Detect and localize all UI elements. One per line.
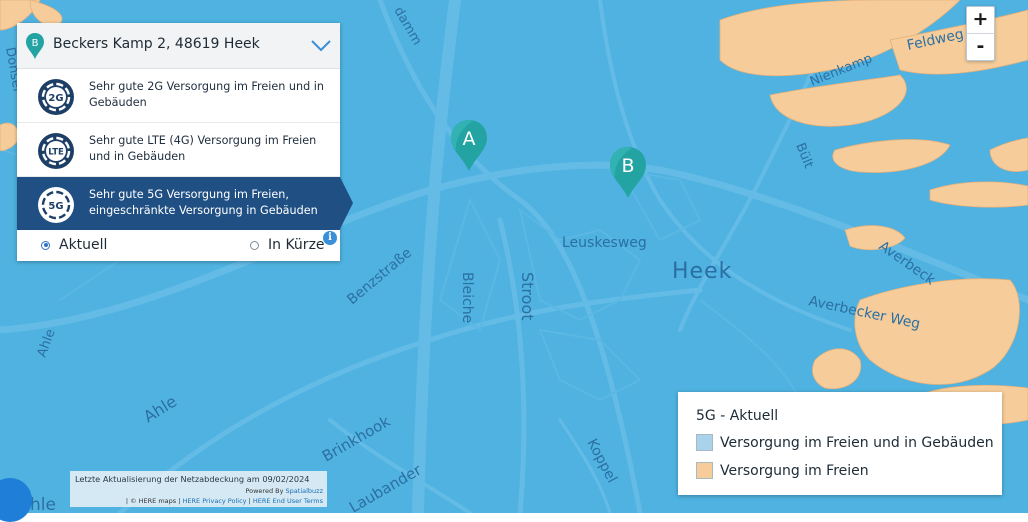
- svg-text:B: B: [32, 38, 39, 49]
- zoom-in-button[interactable]: +: [967, 7, 994, 33]
- powered-by: Powered By Spatialbuzz: [245, 487, 323, 495]
- network-lte-icon: LTE: [38, 133, 74, 169]
- svg-text:2G: 2G: [48, 93, 63, 104]
- attribution-links: | © HERE maps | HERE Privacy Policy | HE…: [125, 497, 323, 505]
- zoom-out-button[interactable]: -: [967, 33, 994, 60]
- svg-text:hle: hle: [30, 495, 56, 513]
- svg-text:B: B: [621, 155, 634, 177]
- radio-in-kuerze[interactable]: In Kürze: [250, 237, 325, 253]
- tech-option-5g[interactable]: 5G Sehr gute 5G Versorgung im Freien, ei…: [17, 177, 353, 230]
- radio-aktuell[interactable]: Aktuell: [41, 237, 107, 253]
- svg-text:Stroot: Stroot: [518, 272, 537, 321]
- chevron-down-icon[interactable]: [311, 40, 331, 52]
- address-selector[interactable]: B Beckers Kamp 2, 48619 Heek: [17, 23, 340, 69]
- address-text: Beckers Kamp 2, 48619 Heek: [53, 36, 260, 52]
- radio-button[interactable]: [250, 240, 259, 250]
- tech-description: Sehr gute 5G Versorgung im Freien, einge…: [89, 188, 318, 217]
- coverage-panel: B Beckers Kamp 2, 48619 Heek 2G Sehr gut…: [17, 23, 353, 261]
- legend-item-outdoor: Versorgung im Freien: [696, 462, 869, 479]
- info-icon[interactable]: i: [323, 231, 337, 245]
- zoom-control: + -: [966, 6, 995, 61]
- map-pin-icon: A: [451, 120, 487, 171]
- radio-button-selected[interactable]: [41, 240, 50, 250]
- active-arrow: [340, 177, 353, 229]
- legend-item-indoor-outdoor: Versorgung im Freien und in Gebäuden: [696, 434, 994, 451]
- tech-description: Sehr gute LTE (4G) Versorgung im Freien …: [89, 134, 317, 163]
- map-marker-a[interactable]: A: [449, 118, 489, 177]
- svg-text:5G: 5G: [48, 201, 63, 212]
- legend-title: 5G - Aktuell: [696, 408, 779, 424]
- svg-text:Bleiche: Bleiche: [459, 272, 475, 323]
- map-attribution: Letzte Aktualisierung der Netzabdeckung …: [70, 471, 327, 507]
- map-pin-icon: B: [610, 147, 646, 198]
- tech-option-2g[interactable]: 2G Sehr gute 2G Versorgung im Freien und…: [17, 69, 340, 123]
- terms-link[interactable]: HERE End User Terms: [253, 497, 323, 505]
- location-pin-icon: B: [26, 33, 44, 59]
- spatialbuzz-link[interactable]: Spatialbuzz: [286, 487, 323, 495]
- privacy-policy-link[interactable]: HERE Privacy Policy: [183, 497, 247, 505]
- tech-description: Sehr gute 2G Versorgung im Freien und in…: [89, 80, 324, 109]
- network-2g-icon: 2G: [38, 79, 74, 115]
- tech-option-lte[interactable]: LTE Sehr gute LTE (4G) Versorgung im Fre…: [17, 123, 340, 177]
- svg-text:LTE: LTE: [48, 148, 64, 158]
- legend-swatch: [696, 434, 713, 451]
- map-marker-b[interactable]: B: [608, 145, 648, 204]
- network-5g-icon: 5G: [38, 187, 74, 223]
- time-selector: Aktuell In Kürze: [17, 230, 340, 261]
- svg-text:Leuskesweg: Leuskesweg: [562, 235, 647, 251]
- last-update-text: Letzte Aktualisierung der Netzabdeckung …: [75, 474, 310, 484]
- town-label: Heek: [672, 259, 732, 284]
- svg-text:A: A: [463, 128, 476, 150]
- map-legend: 5G - Aktuell Versorgung im Freien und in…: [678, 392, 1002, 495]
- legend-swatch: [696, 462, 713, 479]
